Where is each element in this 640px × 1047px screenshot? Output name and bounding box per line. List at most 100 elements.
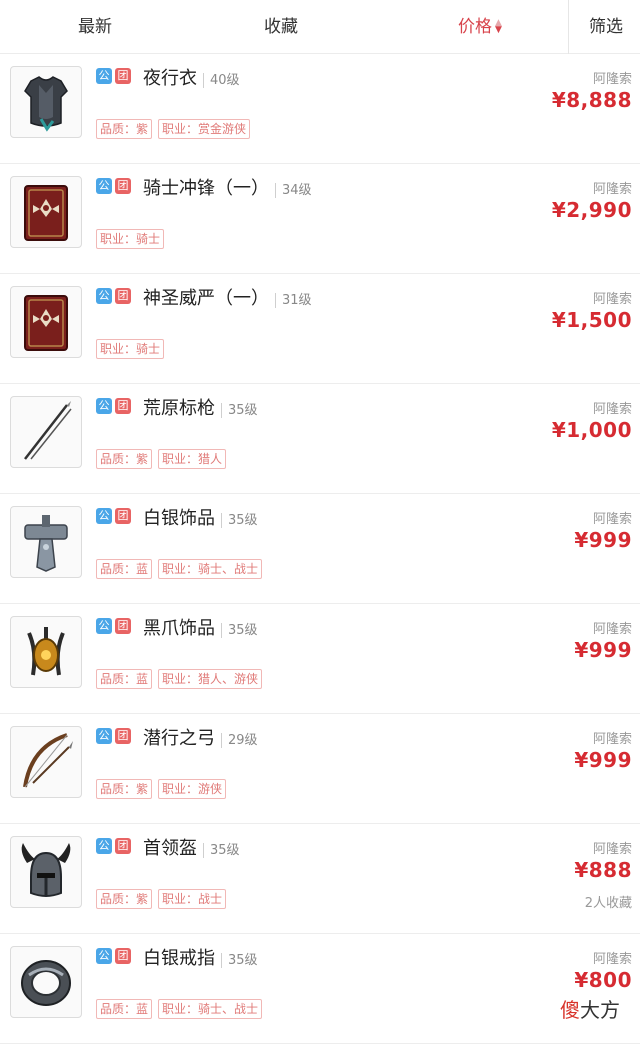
- item-favorites-count: 2人收藏: [584, 896, 632, 911]
- list-item[interactable]: 公团 黑爪饰品 35级 品质：蓝 职业：猎人、游侠 阿隆索 ¥999: [0, 604, 640, 714]
- item-name: 黑爪饰品: [143, 618, 215, 639]
- item-level: 40级: [203, 73, 240, 88]
- item-badges: 公团: [96, 618, 134, 637]
- item-level: 35级: [221, 513, 258, 528]
- public-badge: 公: [96, 398, 112, 414]
- list-item[interactable]: 公团 白银戒指 35级 品质：蓝 职业：骑士、战士 阿隆索 ¥800: [0, 934, 640, 1044]
- item-tag: 品质：蓝: [96, 669, 153, 689]
- tab-latest[interactable]: 最新: [50, 0, 140, 54]
- list-item[interactable]: 公团 首领盔 35级 品质：紫 职业：战士 阿隆索 ¥888 2人收藏: [0, 824, 640, 934]
- team-badge: 团: [115, 68, 131, 84]
- item-tags: 品质：蓝 职业：猎人、游侠: [96, 668, 268, 689]
- list-item[interactable]: 公团 夜行衣 40级 品质：紫 职业：赏金游侠 阿隆索 ¥8,888: [0, 54, 640, 164]
- item-badges: 公团: [96, 398, 134, 417]
- item-level: 31级: [275, 293, 312, 308]
- item-badges: 公团: [96, 508, 134, 527]
- item-name: 神圣威严（一）: [143, 288, 269, 309]
- item-tag: 职业：骑士、战士: [158, 559, 263, 579]
- item-price: ¥999: [574, 748, 632, 772]
- item-name: 首领盔: [143, 838, 197, 859]
- watermark: 傻大方: [560, 994, 620, 1023]
- item-level: 35级: [203, 843, 240, 858]
- item-name-row: 黑爪饰品 35级: [143, 614, 258, 640]
- item-seller: 阿隆索: [592, 292, 632, 307]
- tab-divider: [568, 0, 569, 54]
- item-name: 白银饰品: [143, 508, 215, 529]
- team-badge: 团: [115, 288, 131, 304]
- item-badges: 公团: [96, 178, 134, 197]
- item-seller: 阿隆索: [592, 72, 632, 87]
- tab-price-label: 价格: [458, 17, 493, 37]
- item-tag: 品质：紫: [96, 889, 153, 909]
- list-item[interactable]: 公团 白银饰品 35级 品质：蓝 职业：骑士、战士 阿隆索 ¥999: [0, 494, 640, 604]
- item-tag: 职业：游侠: [158, 779, 227, 799]
- item-badges: 公团: [96, 68, 134, 87]
- item-name-row: 夜行衣 40级: [143, 64, 240, 90]
- horned-helmet-icon: [21, 843, 71, 897]
- item-tags: 品质：紫 职业：赏金游侠: [96, 118, 256, 139]
- ring-icon: [21, 960, 71, 1006]
- item-seller: 阿隆索: [592, 622, 632, 637]
- spellbook-icon: [24, 185, 68, 241]
- item-tags: 品质：蓝 职业：骑士、战士: [96, 998, 268, 1019]
- item-tag: 职业：战士: [158, 889, 227, 909]
- item-tag: 品质：蓝: [96, 999, 153, 1019]
- item-name: 白银戒指: [143, 948, 215, 969]
- item-name-row: 骑士冲锋（一） 34级: [143, 174, 312, 200]
- item-badges: 公团: [96, 288, 134, 307]
- item-tag: 职业：赏金游侠: [158, 119, 251, 139]
- team-badge: 团: [115, 618, 131, 634]
- list-item[interactable]: 公团 潜行之弓 29级 品质：紫 职业：游侠 阿隆索 ¥999: [0, 714, 640, 824]
- item-thumbnail: [10, 836, 82, 908]
- item-tags: 品质：紫 职业：战士: [96, 888, 232, 909]
- item-level: 34级: [275, 183, 312, 198]
- claw-amulet-icon: [27, 627, 65, 676]
- item-price: ¥2,990: [551, 198, 632, 222]
- list-item[interactable]: 公团 神圣威严（一） 31级 职业：骑士 阿隆索 ¥1,500: [0, 274, 640, 384]
- hammer-amulet-icon: [24, 515, 68, 572]
- item-price: ¥999: [574, 638, 632, 662]
- item-seller: 阿隆索: [592, 952, 632, 967]
- bow-icon: [23, 733, 73, 788]
- team-badge: 团: [115, 728, 131, 744]
- item-price: ¥888: [574, 858, 632, 882]
- item-level: 35级: [221, 623, 258, 638]
- item-tag: 品质：紫: [96, 119, 153, 139]
- item-name-row: 神圣威严（一） 31级: [143, 284, 312, 310]
- sort-tab-bar: 最新 收藏 价格 ▲ ▼ 筛选: [0, 0, 640, 54]
- item-tags: 职业：骑士: [96, 228, 170, 249]
- item-list: 公团 夜行衣 40级 品质：紫 职业：赏金游侠 阿隆索 ¥8,888 公团 骑士冲锋…: [0, 54, 640, 1044]
- team-badge: 团: [115, 178, 131, 194]
- tab-favorites[interactable]: 收藏: [236, 0, 326, 54]
- item-tags: 品质：紫 职业：游侠: [96, 778, 232, 799]
- filter-button[interactable]: 筛选: [572, 0, 640, 54]
- item-seller: 阿隆索: [592, 182, 632, 197]
- public-badge: 公: [96, 68, 112, 84]
- item-name-row: 潜行之弓 29级: [143, 724, 258, 750]
- item-thumbnail: [10, 66, 82, 138]
- item-name: 潜行之弓: [143, 728, 215, 749]
- item-tags: 职业：骑士: [96, 338, 170, 359]
- list-item[interactable]: 公团 骑士冲锋（一） 34级 职业：骑士 阿隆索 ¥2,990: [0, 164, 640, 274]
- item-name: 骑士冲锋（一）: [143, 178, 269, 199]
- item-level: 35级: [221, 403, 258, 418]
- item-seller: 阿隆索: [592, 402, 632, 417]
- public-badge: 公: [96, 948, 112, 964]
- item-name-row: 荒原标枪 35级: [143, 394, 258, 420]
- item-level: 29级: [221, 733, 258, 748]
- watermark-char: 傻: [560, 998, 580, 1022]
- list-item[interactable]: 公团 荒原标枪 35级 品质：紫 职业：猎人 阿隆索 ¥1,000: [0, 384, 640, 494]
- item-seller: 阿隆索: [592, 732, 632, 747]
- item-tag: 职业：骑士: [96, 229, 165, 249]
- public-badge: 公: [96, 838, 112, 854]
- team-badge: 团: [115, 948, 131, 964]
- team-badge: 团: [115, 508, 131, 524]
- item-name-row: 白银饰品 35级: [143, 504, 258, 530]
- tab-price[interactable]: 价格 ▲ ▼: [425, 0, 535, 54]
- item-name-row: 白银戒指 35级: [143, 944, 258, 970]
- item-thumbnail: [10, 506, 82, 578]
- item-name: 夜行衣: [143, 68, 197, 89]
- item-tag: 职业：骑士、战士: [158, 999, 263, 1019]
- item-price: ¥999: [574, 528, 632, 552]
- item-tag: 品质：蓝: [96, 559, 153, 579]
